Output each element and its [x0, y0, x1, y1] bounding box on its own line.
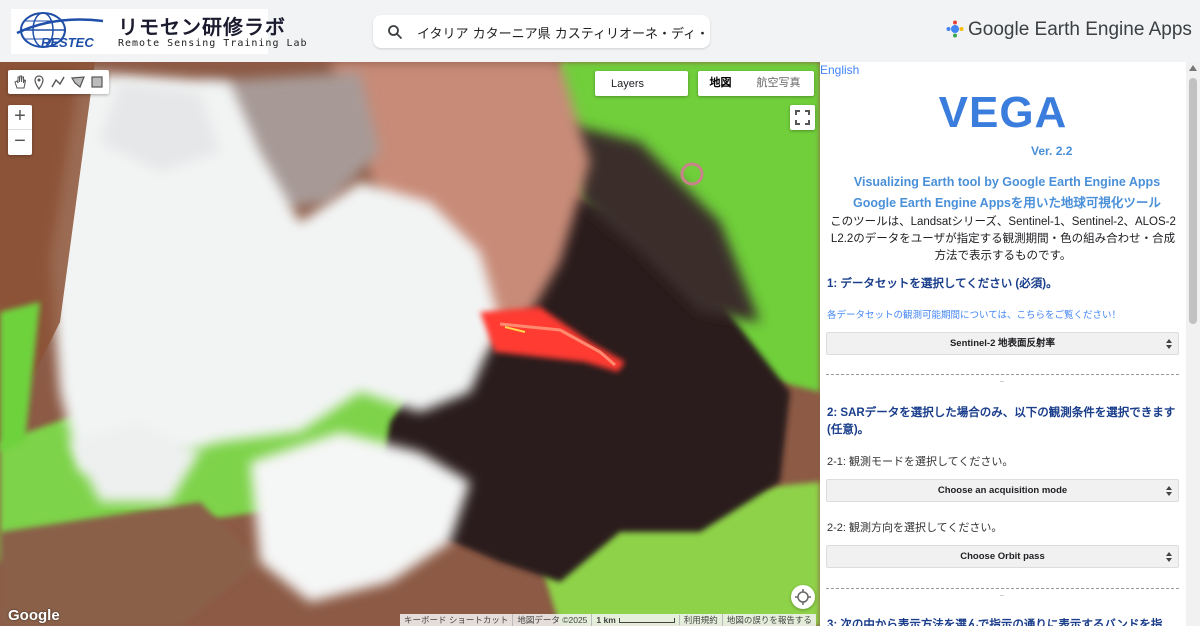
app-header: RESTEC リモセン研修ラボ Remote Sensing Training … [0, 0, 1200, 62]
map-type-satellite-button[interactable]: 航空写真 [743, 71, 814, 96]
crosshair-icon [795, 589, 811, 605]
search-input[interactable] [417, 20, 707, 44]
zoom-in-button[interactable]: + [8, 105, 32, 130]
report-error-link[interactable]: 地図の誤りを報告する [723, 614, 816, 626]
scale-indicator[interactable]: 1 km [592, 615, 680, 625]
brand-title: Google Earth Engine Apps [968, 19, 1192, 40]
google-logo[interactable]: Google [8, 607, 60, 624]
zoom-out-button[interactable]: − [8, 130, 32, 155]
scale-bar [618, 618, 675, 624]
acquisition-mode-select[interactable]: Choose an acquisition mode [826, 479, 1179, 502]
map-view[interactable]: + − Layers 地図 航空写真 Google キーボード ショートカット … [0, 62, 820, 626]
layers-button[interactable]: Layers [595, 71, 688, 96]
logo-mark-text: RESTEC [41, 35, 94, 50]
tool-description: このツールは、Landsatシリーズ、Sentinel-1、Sentinel-2… [830, 216, 1176, 262]
acquisition-mode-select-value: Choose an acquisition mode [937, 485, 1068, 496]
search-icon [388, 25, 403, 40]
step3-heading: 3: 次の中から表示方法を選んで指示の通りに表示するバンドを指 [827, 619, 1163, 626]
globe-logo-icon: RESTEC [16, 12, 104, 50]
fullscreen-icon [795, 110, 810, 125]
zoom-controls: + − [8, 105, 32, 155]
english-language-link[interactable]: English [820, 63, 859, 77]
dataset-select[interactable]: Sentinel-2 地表面反射率 [826, 332, 1179, 355]
scale-label: 1 km [596, 615, 616, 625]
divider-mark: – [1000, 592, 1004, 599]
select-arrows-icon [1166, 339, 1172, 349]
fullscreen-button[interactable] [790, 105, 815, 130]
section-divider [826, 588, 1179, 589]
logo-japanese-text: リモセン研修ラボ [118, 17, 286, 39]
app-version: Ver. 2.2 [1031, 144, 1073, 158]
map-type-map-button[interactable]: 地図 [698, 71, 743, 96]
orbit-pass-select-value: Choose Orbit pass [960, 551, 1045, 562]
logo-english-text: Remote Sensing Training Lab [118, 38, 308, 49]
subtitle-japanese: Google Earth Engine Appsを用いた地球可視化ツール [853, 196, 1161, 210]
step1-heading: 1: データセットを選択してください (必須)。 [827, 278, 1058, 290]
map-attribution-bar: キーボード ショートカット 地図データ ©2025 1 km 利用規約 地図の誤… [400, 614, 816, 626]
marker-icon[interactable] [31, 74, 47, 91]
scroll-thumb[interactable] [1189, 78, 1197, 324]
select-arrows-icon [1166, 486, 1172, 496]
app-title: VEGA [938, 88, 1068, 137]
polygon-icon[interactable] [70, 74, 86, 90]
divider-mark: – [1000, 378, 1004, 385]
earth-engine-icon [946, 20, 964, 38]
hand-pan-icon[interactable] [12, 74, 28, 90]
drawing-toolbar [8, 70, 109, 94]
orbit-pass-select[interactable]: Choose Orbit pass [826, 545, 1179, 568]
place-search-box[interactable] [373, 15, 710, 48]
rectangle-icon[interactable] [89, 74, 105, 90]
orbit-direction-label: 2-2: 観測方向を選択してください。 [827, 522, 1003, 534]
acquisition-mode-label: 2-1: 観測モードを選択してください。 [827, 456, 1014, 468]
step2-heading: 2: SARデータを選択した場合のみ、以下の観測条件を選択できます (任意)。 [827, 407, 1176, 436]
satellite-imagery [0, 62, 820, 626]
polyline-icon[interactable] [50, 74, 66, 90]
terms-link[interactable]: 利用規約 [680, 614, 723, 626]
dataset-period-link[interactable]: 各データセットの観測可能期間については、こちらをご覧ください！ [827, 307, 1121, 321]
panel-scrollbar[interactable] [1186, 62, 1200, 626]
scroll-up-arrow-icon[interactable] [1189, 65, 1197, 71]
side-panel: English VEGA Ver. 2.2 Visualizing Earth … [820, 62, 1186, 626]
map-type-control: 地図 航空写真 [698, 71, 814, 96]
restec-logo[interactable]: RESTEC リモセン研修ラボ Remote Sensing Training … [11, 9, 307, 54]
dataset-select-value: Sentinel-2 地表面反射率 [949, 338, 1056, 349]
my-location-button[interactable] [791, 585, 815, 609]
map-data-text: 地図データ ©2025 [513, 614, 593, 626]
section-divider [826, 374, 1179, 375]
select-arrows-icon [1166, 552, 1172, 562]
subtitle-english: Visualizing Earth tool by Google Earth E… [853, 175, 1161, 189]
keyboard-shortcuts-link[interactable]: キーボード ショートカット [400, 614, 514, 626]
